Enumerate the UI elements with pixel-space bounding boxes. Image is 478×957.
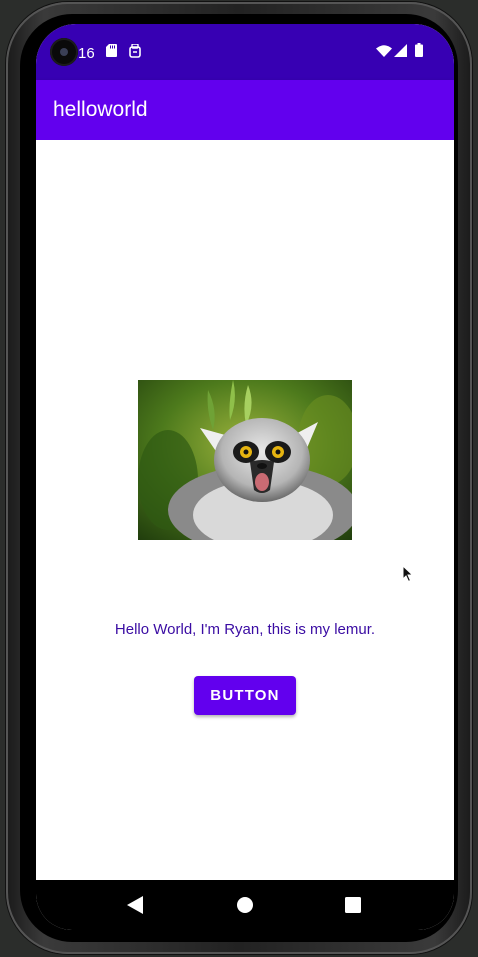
battery-icon (415, 43, 423, 57)
home-icon (237, 897, 253, 913)
front-camera-icon (50, 38, 78, 66)
app-title: helloworld (53, 98, 148, 121)
sim-icon (129, 44, 141, 58)
main-button[interactable]: BUTTON (194, 676, 296, 715)
app-bar: helloworld (36, 80, 454, 140)
hello-text: Hello World, I'm Ryan, this is my lemur. (114, 621, 376, 638)
recents-button[interactable] (328, 880, 378, 930)
cellular-signal-icon (394, 44, 407, 57)
lemur-image (138, 380, 352, 540)
back-button[interactable] (110, 880, 160, 930)
recents-icon (345, 897, 361, 913)
navigation-bar (36, 880, 454, 930)
device-screen: 16 helloworld Hello World, I'm Ryan, thi… (36, 24, 454, 930)
sd-card-icon (106, 44, 117, 57)
mouse-cursor-icon (402, 565, 414, 583)
back-icon (127, 896, 143, 914)
wifi-icon (376, 45, 392, 57)
main-content: Hello World, I'm Ryan, this is my lemur.… (36, 140, 454, 880)
home-button[interactable] (220, 880, 270, 930)
status-bar: 16 (36, 24, 454, 80)
status-time: 16 (78, 45, 95, 62)
